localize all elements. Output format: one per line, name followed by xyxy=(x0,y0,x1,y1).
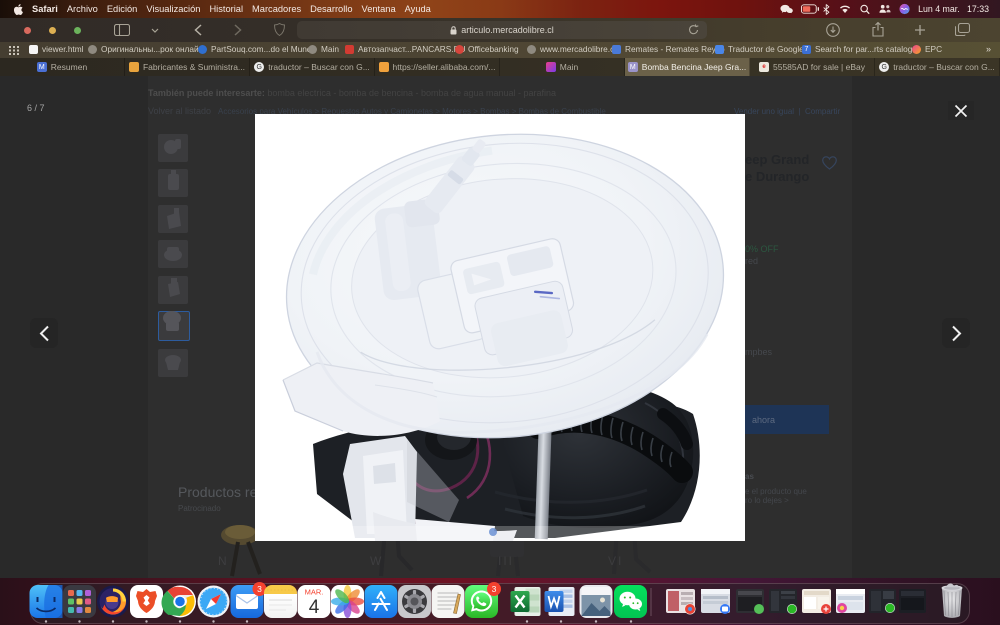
svg-text:4: 4 xyxy=(309,597,320,618)
svg-text:MAR.: MAR. xyxy=(305,588,324,597)
svg-text:3: 3 xyxy=(257,584,262,594)
svg-text:3: 3 xyxy=(492,584,497,594)
